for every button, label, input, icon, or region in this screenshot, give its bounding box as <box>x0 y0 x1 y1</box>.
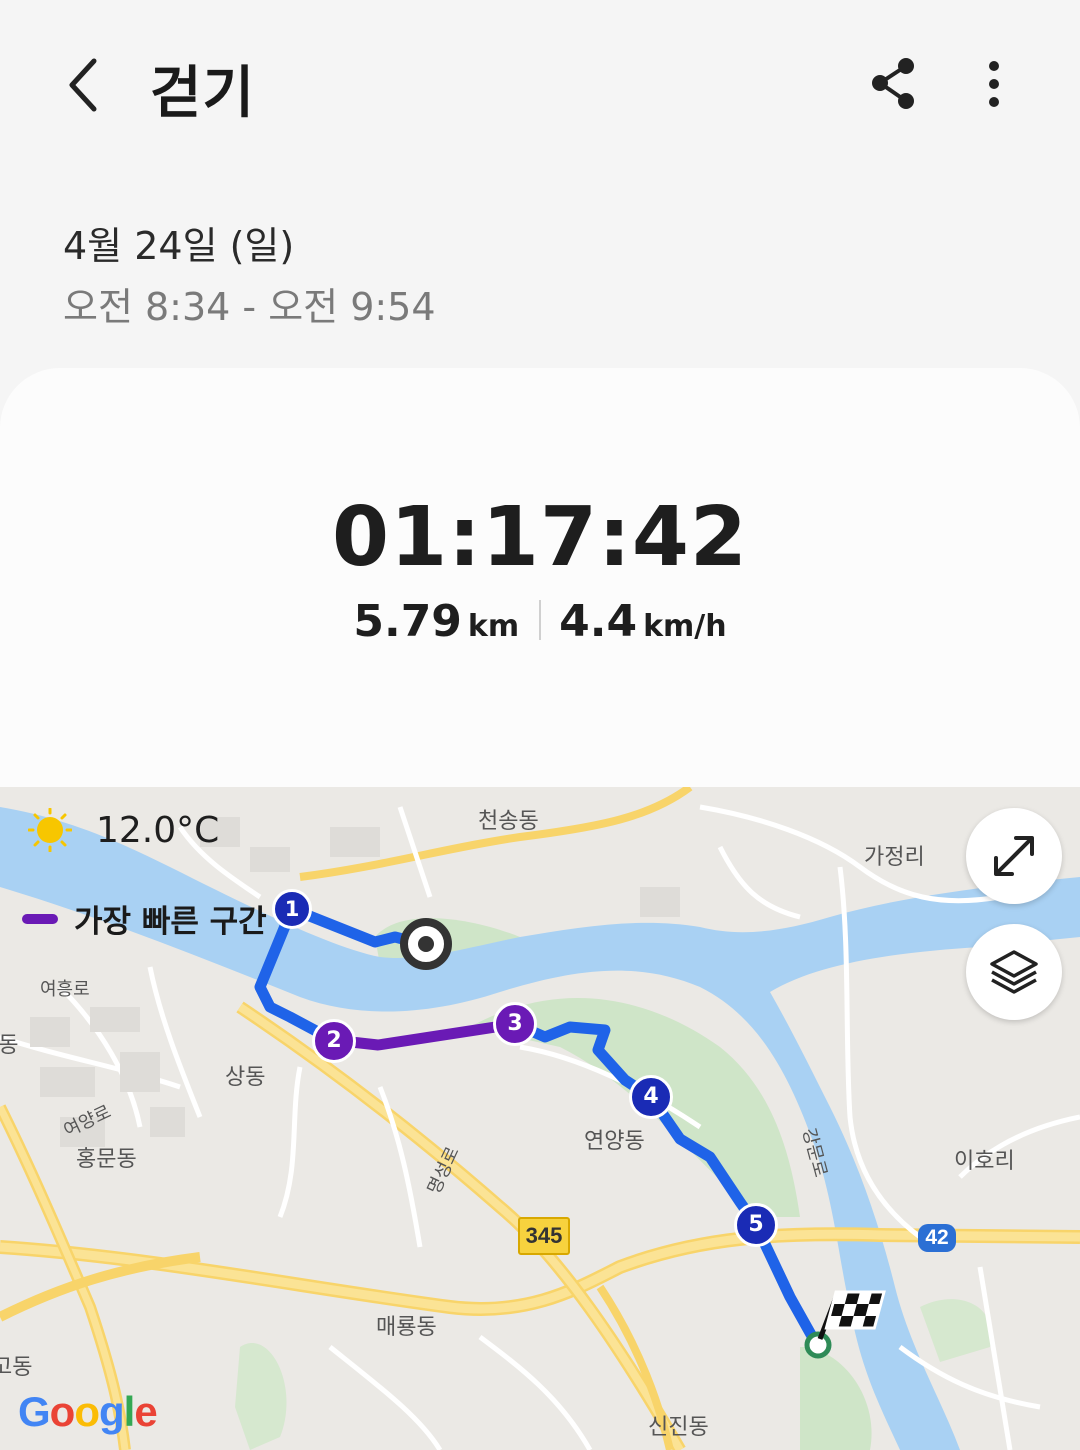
place-label: 여흥로 <box>40 979 90 1000</box>
speed-value: 4.4 <box>559 596 638 647</box>
place-label: 상동 <box>0 1033 19 1058</box>
expand-map-button[interactable] <box>966 808 1062 904</box>
map-canvas <box>0 787 1080 1450</box>
place-label: 이호리 <box>954 1149 1015 1174</box>
app-bar: 걷기 <box>0 0 1080 170</box>
split-marker-5[interactable]: 5 <box>734 1203 778 1247</box>
duration-value: 01:17:42 <box>332 490 748 585</box>
place-label: 고동 <box>0 1355 33 1380</box>
place-label: 매룡동 <box>376 1315 437 1340</box>
chevron-left-icon[interactable] <box>62 55 122 115</box>
speed-unit: km/h <box>643 609 727 644</box>
place-label: 신진동 <box>648 1415 709 1440</box>
map-legend: 가장 빠른 구간 <box>22 896 267 941</box>
stats-row: 5.79 km 4.4 km/h <box>0 596 1080 647</box>
legend-label: 가장 빠른 구간 <box>74 904 267 940</box>
share-icon[interactable] <box>868 56 920 112</box>
place-label: 홍문동 <box>76 1147 137 1172</box>
place-label: 연양동 <box>584 1129 645 1154</box>
split-marker-3[interactable]: 3 <box>493 1002 537 1046</box>
stats-divider <box>539 600 542 640</box>
split-marker-2[interactable]: 2 <box>312 1019 356 1063</box>
distance-value: 5.79 <box>353 596 462 647</box>
route-map[interactable]: 1 2 3 4 5 천송동 가정리 여흥로 상동 상동 여양로 홍문동 명성로 … <box>0 787 1080 1450</box>
layers-icon <box>990 950 1038 994</box>
expand-arrows-icon <box>994 836 1034 876</box>
place-label: 천송동 <box>478 809 539 834</box>
temperature: 12.0°C <box>96 809 220 851</box>
page-title: 걷기 <box>150 61 256 126</box>
session-time-range: 오전 8:34 - 오전 9:54 <box>63 285 436 329</box>
weather-info: 12.0°C <box>28 808 219 852</box>
distance-unit: km <box>467 609 520 644</box>
place-label: 상동 <box>225 1065 266 1090</box>
split-marker-4[interactable]: 4 <box>629 1075 673 1119</box>
map-layers-button[interactable] <box>966 924 1062 1020</box>
place-label: 가정리 <box>864 845 925 870</box>
google-logo: Google <box>18 1388 158 1435</box>
split-marker-1[interactable]: 1 <box>272 889 312 929</box>
session-date: 4월 24일 (일) <box>63 224 295 268</box>
road-shield-42: 42 <box>918 1224 956 1252</box>
fastest-segment-swatch <box>22 913 58 924</box>
more-vertical-icon[interactable] <box>972 56 1016 112</box>
road-shield-345: 345 <box>518 1217 570 1255</box>
sun-icon <box>28 808 72 852</box>
